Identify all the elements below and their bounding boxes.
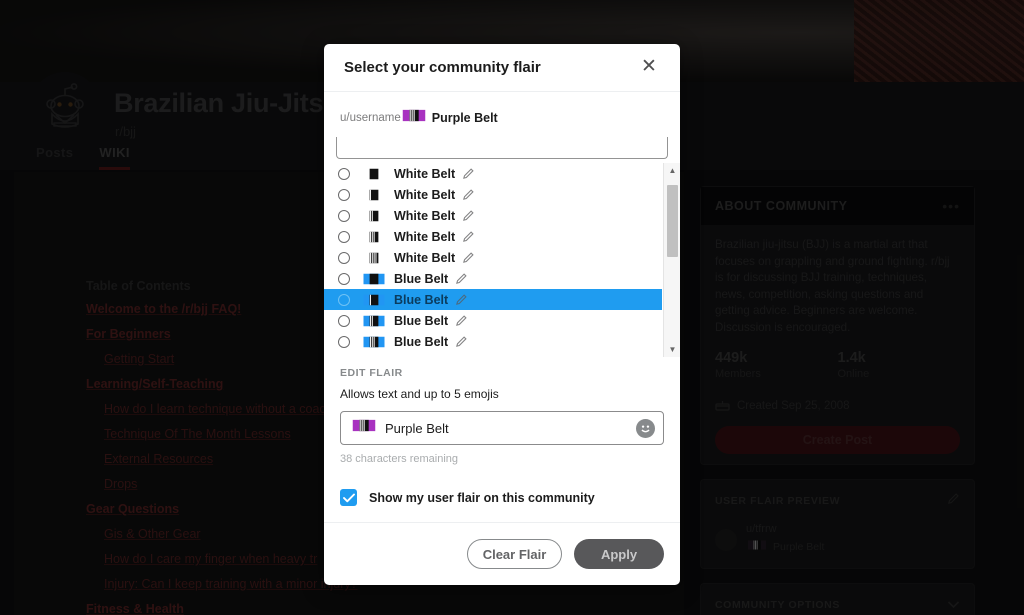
belt-icon [362,314,386,328]
flair-text-input[interactable]: Purple Belt [340,411,664,445]
flair-input-value: Purple Belt [385,420,449,436]
edit-flair-help-text: Allows text and up to 5 emojis [340,387,499,401]
flair-option-row[interactable]: Blue Belt [324,289,662,310]
flair-radio-button[interactable] [338,251,350,264]
flair-option-label: White Belt [394,229,456,244]
pencil-icon[interactable] [462,230,475,243]
flair-radio-button[interactable] [338,272,350,285]
select-community-flair-modal: Select your community flair ✕ u/username… [324,44,680,585]
search-input[interactable] [336,137,668,159]
flair-option-label: Blue Belt [394,313,449,328]
belt-icon [362,230,386,244]
flair-radio-button[interactable] [338,188,350,201]
flair-option-label: White Belt [394,250,456,265]
flair-radio-button[interactable] [338,230,350,243]
flair-option-row[interactable]: White Belt [324,163,662,184]
flair-option-label: Blue Belt [394,292,449,307]
preview-username: u/username [340,112,401,124]
flair-list-scrollbar[interactable]: ▲ ▼ [663,163,680,357]
close-icon[interactable]: ✕ [638,56,660,79]
apply-button[interactable]: Apply [574,539,664,569]
emoji-smile-icon[interactable] [636,418,655,438]
show-flair-section: Show my user flair on this community [324,475,680,523]
checkmark-icon [342,493,355,502]
flair-option-label: Blue Belt [394,271,449,286]
characters-remaining: 38 characters remaining [340,453,459,465]
belt-icon [362,251,386,265]
flair-list-zone: White Belt White Belt White Belt White Belt… [324,163,680,357]
edit-flair-section: EDIT FLAIR Allows text and up to 5 emoji… [324,357,680,465]
pencil-icon[interactable] [455,335,468,348]
pencil-icon[interactable] [462,167,475,180]
flair-radio-button[interactable] [338,209,350,222]
flair-option-row[interactable]: Blue Belt [324,331,662,352]
pencil-icon[interactable] [455,314,468,327]
preview-flair-text: Purple Belt [431,111,498,125]
flair-radio-button[interactable] [338,335,350,348]
flair-option-label: Blue Belt [394,334,449,349]
flair-preview-row: u/username Purple Belt [324,92,680,137]
flair-option-row[interactable]: White Belt [324,247,662,268]
belt-icon [362,293,386,307]
pencil-icon[interactable] [462,209,475,222]
flair-option-label: White Belt [394,208,456,223]
belt-icon [362,188,386,202]
modal-title: Select your community flair [344,59,541,76]
pencil-icon[interactable] [455,293,468,306]
show-flair-checkbox[interactable] [340,489,357,506]
show-flair-label: Show my user flair on this community [369,490,595,505]
pencil-icon[interactable] [462,251,475,264]
clear-flair-button[interactable]: Clear Flair [467,539,562,569]
modal-header: Select your community flair ✕ [324,44,680,92]
belt-icon [362,335,386,349]
flair-option-label: White Belt [394,166,456,181]
flair-option-row[interactable]: White Belt [324,226,662,247]
flair-option-row[interactable]: Blue Belt [324,268,662,289]
chevron-up-icon[interactable]: ▲ [664,163,680,178]
edit-flair-label: EDIT FLAIR [340,367,403,379]
flair-option-row[interactable]: Blue Belt [324,310,662,331]
belt-icon [351,418,377,438]
belt-icon [362,167,386,181]
page-root: Brazilian Jiu-Jitsu r/bjj Posts WIKI Tab… [0,0,1024,615]
belt-icon [401,108,427,128]
flair-option-row[interactable]: White Belt [324,205,662,226]
flair-radio-button[interactable] [338,293,350,306]
flair-radio-button[interactable] [338,167,350,180]
chevron-down-icon[interactable]: ▼ [664,342,680,357]
pencil-icon[interactable] [455,272,468,285]
pencil-icon[interactable] [462,188,475,201]
flair-search-wrap [324,137,680,159]
belt-icon [362,272,386,286]
flair-option-list[interactable]: White Belt White Belt White Belt White Belt… [324,163,662,357]
belt-icon [362,209,386,223]
modal-footer: Clear Flair Apply [324,523,680,585]
flair-radio-button[interactable] [338,314,350,327]
flair-option-row[interactable]: White Belt [324,184,662,205]
scrollbar-thumb[interactable] [667,185,678,257]
flair-option-label: White Belt [394,187,456,202]
